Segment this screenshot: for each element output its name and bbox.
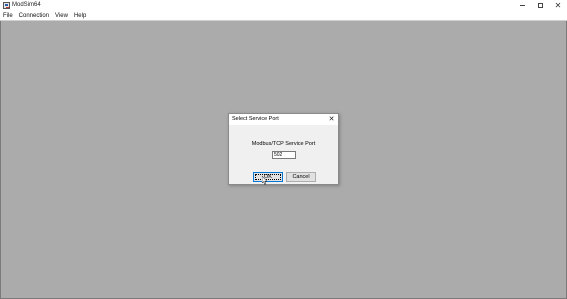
cancel-button-label: Cancel (292, 174, 310, 180)
title-bar[interactable]: ModSim64 ✕ (0, 0, 567, 12)
cancel-button[interactable]: Cancel (286, 172, 316, 182)
main-window: ModSim64 ✕ File Connection View Help Sel… (0, 0, 567, 299)
app-icon[interactable] (3, 2, 10, 9)
dialog-title: Select Service Port (232, 116, 279, 122)
close-icon: ✕ (554, 1, 562, 10)
service-port-label: Modbus/TCP Service Port (251, 141, 316, 147)
minimize-button[interactable] (513, 0, 531, 12)
minimize-icon (519, 5, 525, 6)
menu-file[interactable]: File (0, 12, 16, 20)
menu-view[interactable]: View (52, 12, 71, 20)
window-title: ModSim64 (12, 2, 41, 8)
mouse-pointer-icon (262, 176, 268, 185)
maximize-icon (537, 3, 543, 8)
ok-button[interactable]: OK (253, 172, 283, 182)
menu-bar: File Connection View Help (0, 12, 567, 21)
dialog-close-button[interactable]: ✕ (327, 114, 336, 125)
focus-rect (255, 174, 281, 180)
maximize-button[interactable] (531, 0, 549, 12)
menu-connection[interactable]: Connection (16, 12, 52, 20)
service-port-input[interactable] (272, 151, 296, 159)
close-button[interactable]: ✕ (549, 0, 567, 12)
dialog-title-bar[interactable]: Select Service Port ✕ (229, 114, 338, 125)
select-service-port-dialog: Select Service Port ✕ Modbus/TCP Service… (228, 113, 339, 185)
close-icon: ✕ (328, 115, 335, 123)
menu-help[interactable]: Help (71, 12, 89, 20)
